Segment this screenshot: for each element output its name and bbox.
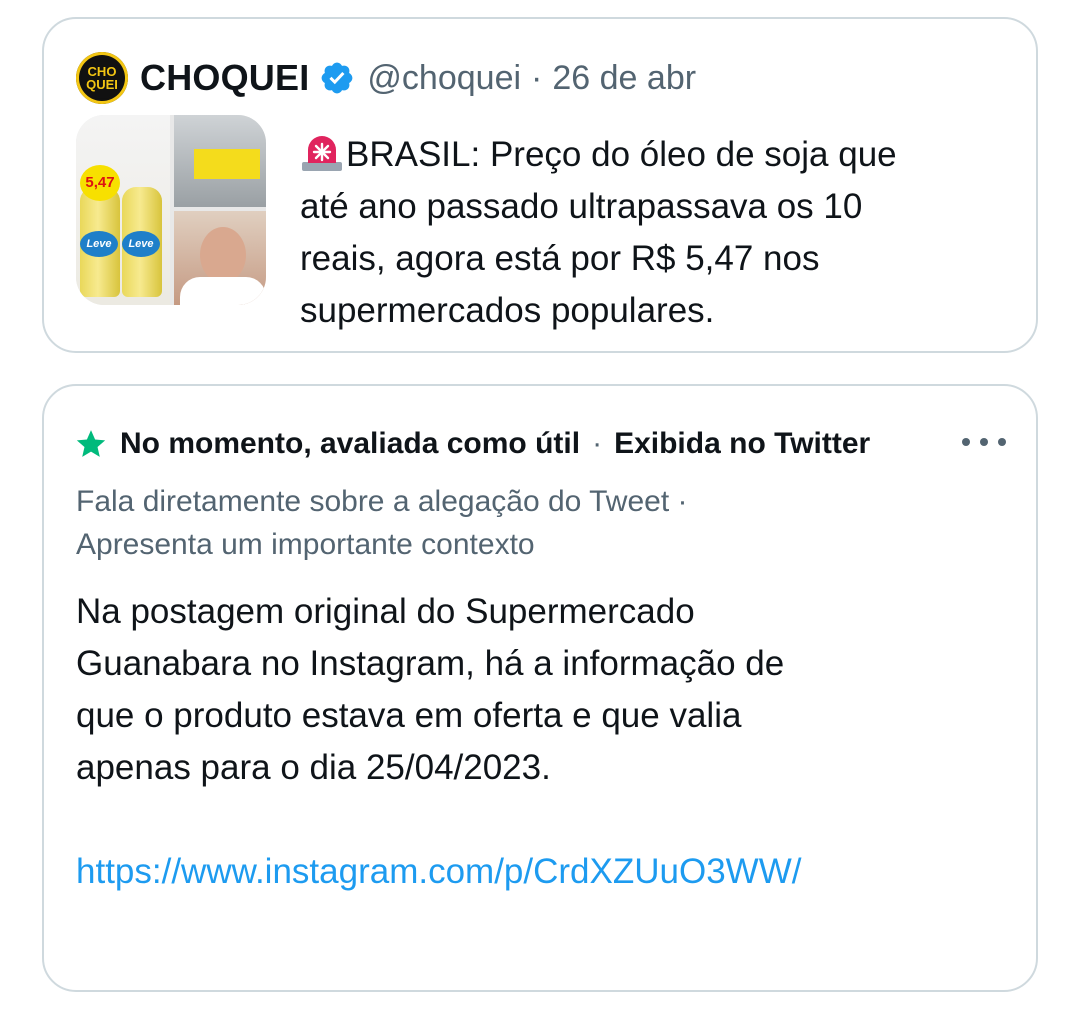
note-body-line: apenas para o dia 25/04/2023. bbox=[76, 748, 551, 787]
note-body: Na postagem original do Supermercado Gua… bbox=[76, 586, 956, 794]
author-handle[interactable]: @choquei bbox=[367, 59, 521, 98]
note-reasons: Fala diretamente sobre a alegação do Twe… bbox=[76, 480, 976, 566]
note-body-line: Na postagem original do Supermercado bbox=[76, 592, 695, 631]
quoted-tweet-card[interactable]: CHO QUEI CHOQUEI @choquei · 26 de abr Le… bbox=[42, 17, 1038, 353]
price-tag: 5,47 bbox=[80, 165, 120, 201]
star-icon bbox=[74, 427, 108, 461]
oil-bottle-image: Leve bbox=[122, 187, 162, 297]
note-source-link[interactable]: https://www.instagram.com/p/CrdXZUuO3WW/ bbox=[76, 846, 956, 898]
author-name[interactable]: CHOQUEI bbox=[140, 57, 309, 99]
thumbnail-person-photo bbox=[174, 211, 266, 305]
oil-bottle-image: Leve bbox=[80, 187, 120, 297]
more-dot bbox=[980, 438, 988, 446]
verified-badge-icon bbox=[319, 60, 355, 96]
bottle-label: Leve bbox=[80, 231, 118, 257]
quoted-tweet-header: CHO QUEI CHOQUEI @choquei · 26 de abr bbox=[76, 52, 696, 104]
more-options-icon[interactable] bbox=[962, 430, 1006, 454]
rotating-light-icon bbox=[300, 132, 344, 172]
more-dot bbox=[962, 438, 970, 446]
thumbnail-shelf-photo bbox=[174, 115, 266, 207]
header-separator: · bbox=[531, 58, 543, 97]
community-note-card: No momento, avaliada como útil · Exibida… bbox=[42, 384, 1038, 992]
tweet-text-line: até ano passado ultrapassava os 10 bbox=[300, 187, 863, 226]
note-header-separator: · bbox=[592, 427, 603, 460]
person-face bbox=[200, 227, 246, 283]
quoted-tweet-text: BRASIL: Preço do óleo de soja que até an… bbox=[300, 129, 1000, 337]
note-body-line: Guanabara no Instagram, há a informação … bbox=[76, 644, 785, 683]
tweet-text-line: BRASIL: Preço do óleo de soja que bbox=[346, 135, 897, 174]
bottle-label: Leve bbox=[122, 231, 160, 257]
note-header: No momento, avaliada como útil · Exibida… bbox=[74, 424, 924, 464]
avatar-logo: CHO QUEI bbox=[81, 57, 123, 99]
note-shown-on: Exibida no Twitter bbox=[614, 427, 871, 460]
thumbnail-bottles-photo: Leve Leve 5,47 bbox=[76, 115, 170, 305]
note-body-line: que o produto estava em oferta e que val… bbox=[76, 696, 742, 735]
tweet-date[interactable]: 26 de abr bbox=[552, 59, 696, 98]
note-rating-status: No momento, avaliada como útil bbox=[120, 427, 581, 460]
media-thumbnail[interactable]: Leve Leve 5,47 bbox=[76, 115, 266, 305]
shelf-price-label bbox=[194, 149, 260, 179]
note-reason-line: Apresenta um importante contexto bbox=[76, 528, 535, 561]
avatar[interactable]: CHO QUEI bbox=[76, 52, 128, 104]
person-shirt bbox=[180, 277, 266, 305]
tweet-text-line: reais, agora está por R$ 5,47 nos bbox=[300, 239, 820, 278]
avatar-text-bottom: QUEI bbox=[86, 77, 118, 92]
note-reason-line: Fala diretamente sobre a alegação do Twe… bbox=[76, 485, 688, 518]
more-dot bbox=[998, 438, 1006, 446]
tweet-text-line: supermercados populares. bbox=[300, 291, 715, 330]
